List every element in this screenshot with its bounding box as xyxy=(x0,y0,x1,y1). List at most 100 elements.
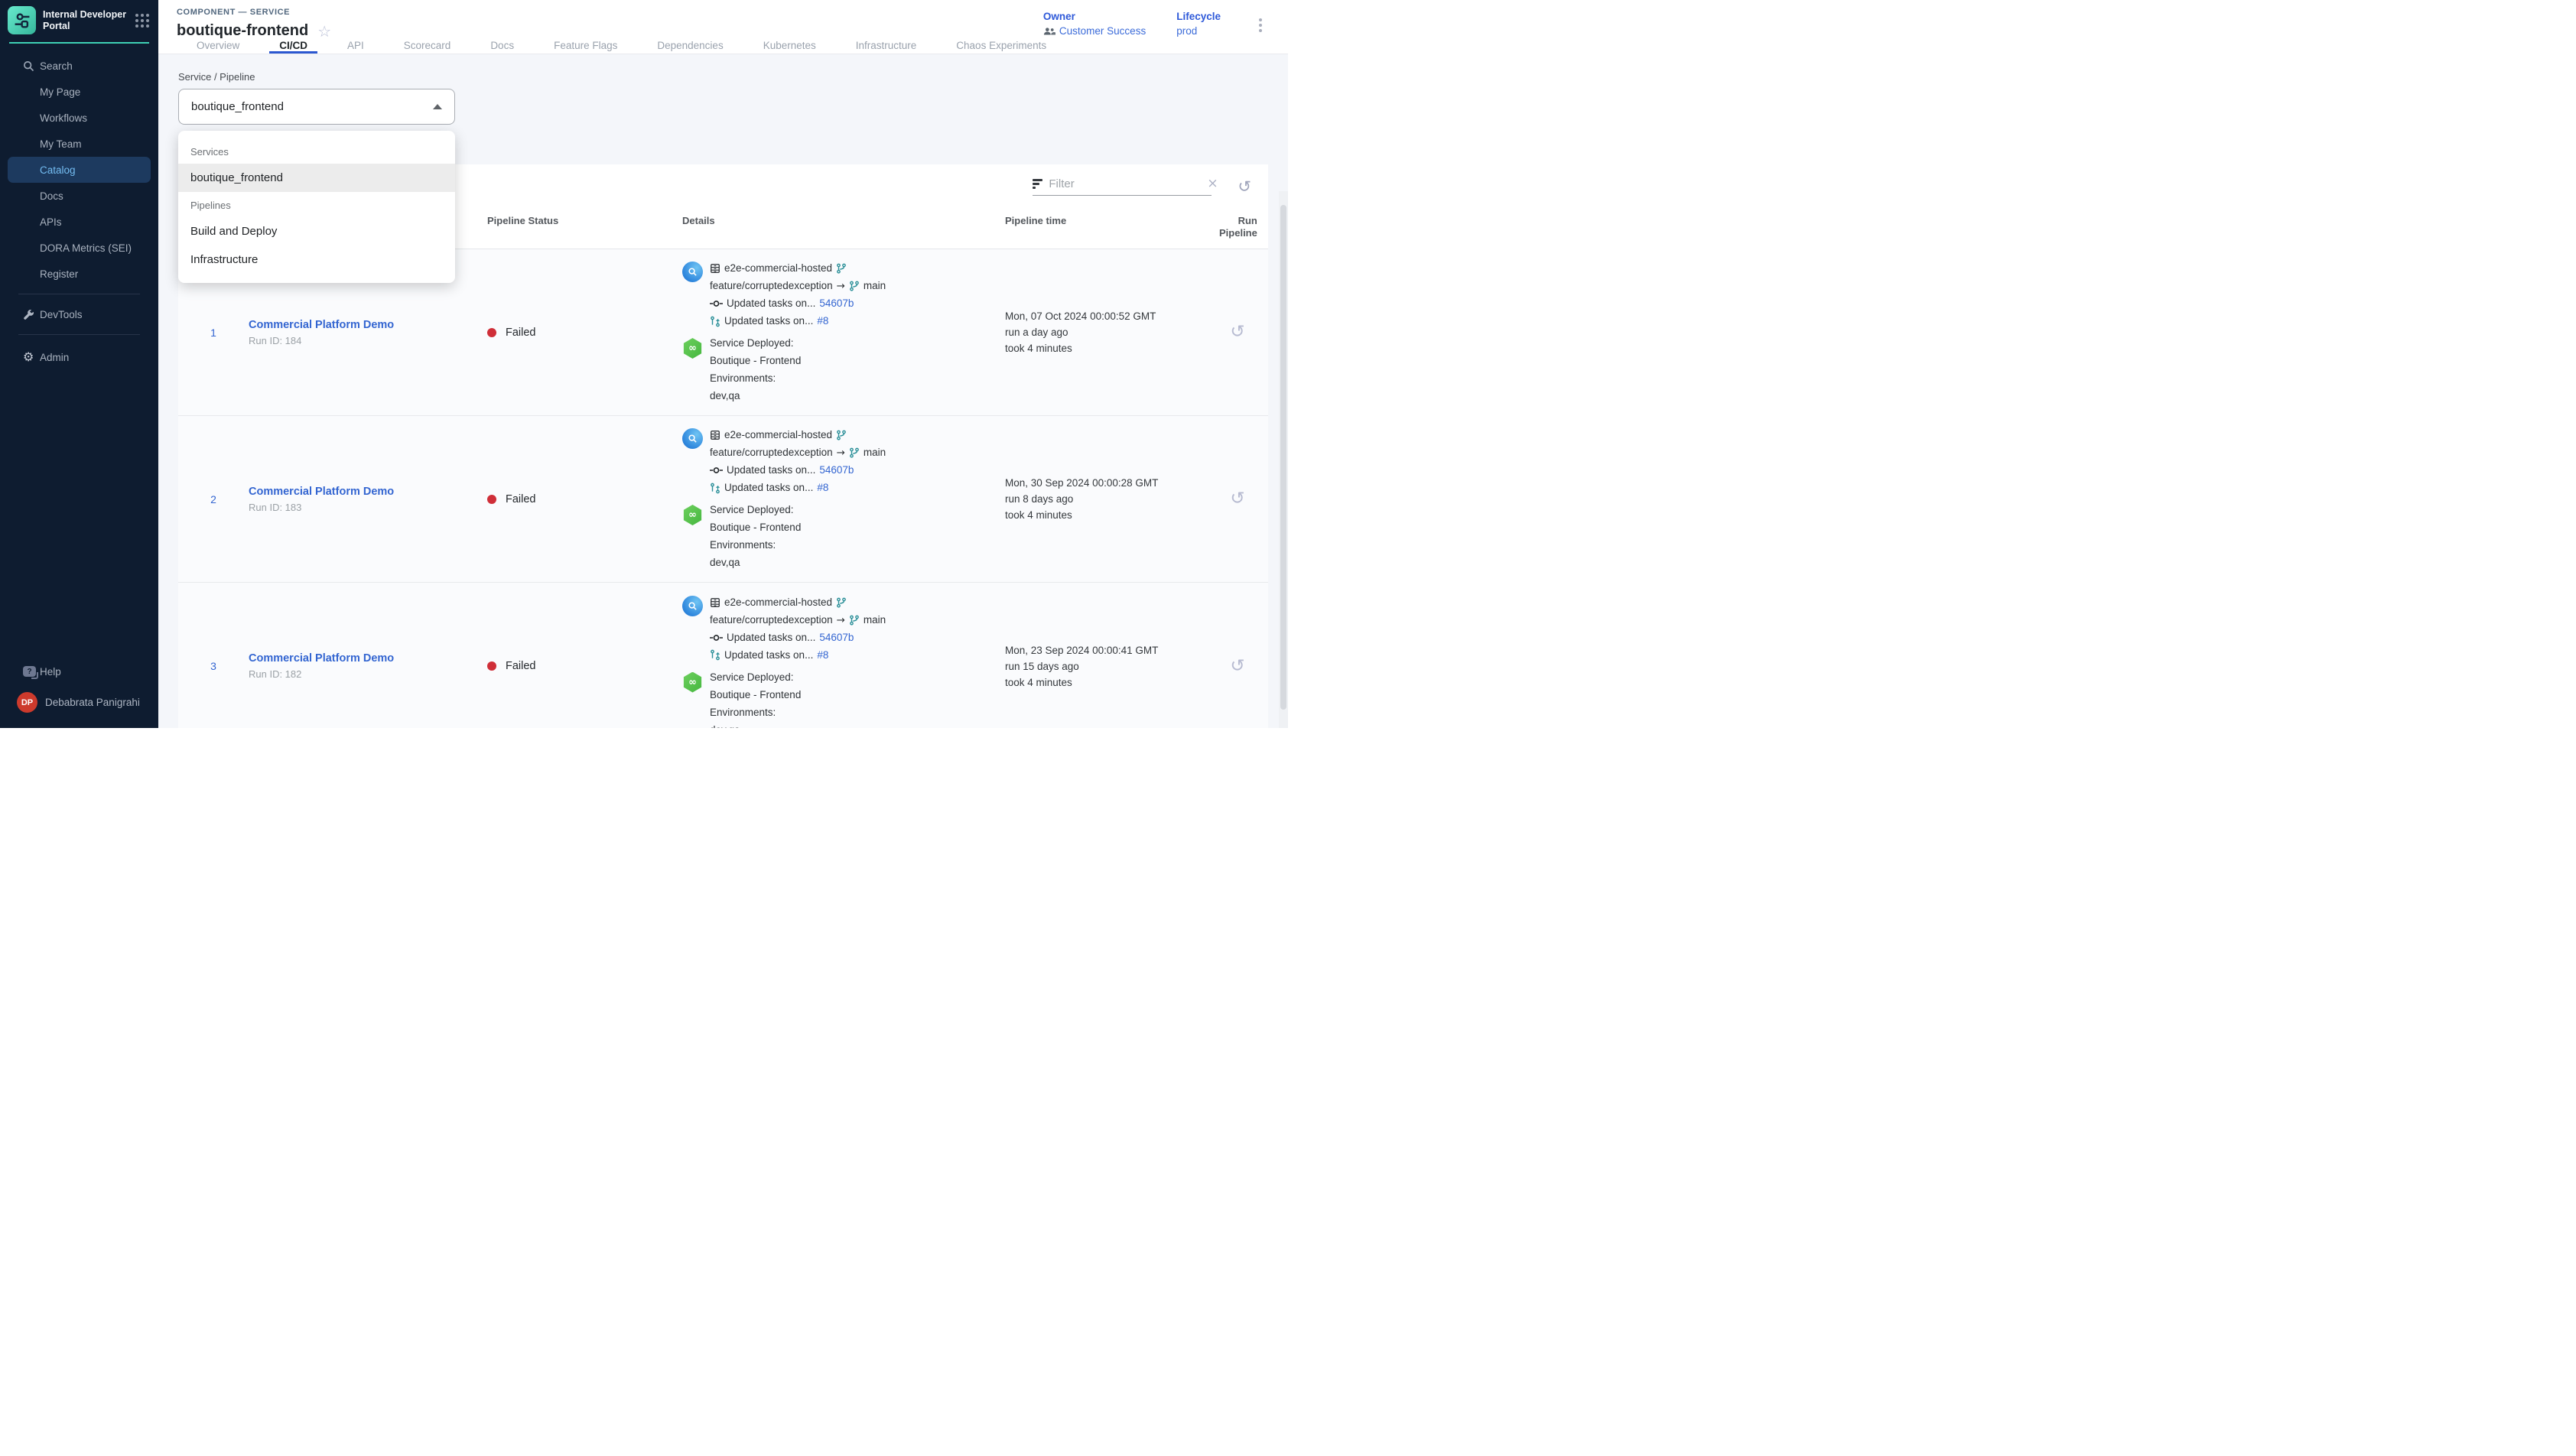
commit-link[interactable]: 54607b xyxy=(819,630,854,645)
deploy-service: Boutique - Frontend xyxy=(710,520,801,535)
tab-api[interactable]: API xyxy=(337,40,374,54)
sidebar-item-workflows[interactable]: Workflows xyxy=(0,105,158,131)
filter-input[interactable] xyxy=(1049,177,1201,190)
tab-dependencies[interactable]: Dependencies xyxy=(647,40,733,54)
branch-from[interactable]: feature/corruptedexception xyxy=(710,445,833,460)
deploy-environments: dev,qa xyxy=(710,555,801,570)
sidebar-item-docs[interactable]: Docs xyxy=(0,183,158,209)
main-area: COMPONENT — SERVICE boutique-frontend ☆ … xyxy=(158,0,1288,728)
repo-name[interactable]: e2e-commercial-hosted xyxy=(724,427,832,443)
pipeline-run-link[interactable]: Commercial Platform Demo xyxy=(249,486,487,498)
scrollbar[interactable] xyxy=(1279,191,1288,728)
commit-link[interactable]: 54607b xyxy=(819,296,854,311)
dropdown-option-infrastructure[interactable]: Infrastructure xyxy=(178,245,455,274)
sidebar-item-label: Workflows xyxy=(40,112,87,124)
sidebar-item-dora-metrics[interactable]: DORA Metrics (SEI) xyxy=(0,235,158,261)
col-header-run: Run Pipeline xyxy=(1219,209,1257,249)
repository-icon xyxy=(710,597,720,608)
branch-to[interactable]: main xyxy=(864,445,886,460)
user-menu[interactable]: DP Debabrata Panigrahi xyxy=(0,684,158,717)
cd-stage-icon: ∞ xyxy=(682,672,703,693)
branch-to[interactable]: main xyxy=(864,278,886,294)
deploy-environments: dev,qa xyxy=(710,723,801,729)
time-absolute: Mon, 07 Oct 2024 00:00:52 GMT xyxy=(1005,308,1219,324)
sidebar-item-help[interactable]: ? Help xyxy=(0,658,158,684)
refresh-icon[interactable]: ↺ xyxy=(1238,179,1251,195)
tab-infrastructure[interactable]: Infrastructure xyxy=(846,40,927,54)
sidebar: Internal Developer Portal Search My Page… xyxy=(0,0,158,728)
cd-stage-icon: ∞ xyxy=(682,338,703,359)
owner-link[interactable]: Customer Success xyxy=(1043,25,1146,37)
tab-overview[interactable]: Overview xyxy=(187,40,249,54)
scrollbar-thumb[interactable] xyxy=(1280,205,1286,710)
ci-stage-icon xyxy=(682,262,703,282)
status-cell: Failed xyxy=(487,327,682,339)
branch-from[interactable]: feature/corruptedexception xyxy=(710,278,833,294)
repo-name[interactable]: e2e-commercial-hosted xyxy=(724,595,832,610)
tab-kubernetes[interactable]: Kubernetes xyxy=(753,40,826,54)
table-row: 3 Commercial Platform Demo Run ID: 182 F… xyxy=(178,583,1268,728)
app-logo[interactable] xyxy=(8,6,36,34)
clear-filter-icon[interactable]: × xyxy=(1207,177,1218,190)
tab-feature-flags[interactable]: Feature Flags xyxy=(544,40,627,54)
sidebar-item-devtools[interactable]: DevTools xyxy=(0,301,158,327)
status-cell: Failed xyxy=(487,493,682,505)
app-title: Internal Developer Portal xyxy=(43,9,128,32)
git-branch-icon xyxy=(849,447,860,458)
branch-to[interactable]: main xyxy=(864,613,886,628)
app-switcher-icon[interactable] xyxy=(135,14,149,28)
more-options-icon[interactable] xyxy=(1251,14,1270,37)
arrow-icon: → xyxy=(837,445,845,460)
tab-docs[interactable]: Docs xyxy=(480,40,524,54)
status-text: Failed xyxy=(506,327,536,339)
service-pipeline-select[interactable]: boutique_frontend xyxy=(178,89,455,125)
tab-chaos-experiments[interactable]: Chaos Experiments xyxy=(946,40,1056,54)
sidebar-item-my-team[interactable]: My Team xyxy=(0,131,158,157)
rerun-pipeline-icon[interactable]: ↺ xyxy=(1230,322,1244,342)
favorite-star-icon[interactable]: ☆ xyxy=(317,24,331,39)
commit-icon xyxy=(710,300,723,307)
sidebar-item-register[interactable]: Register xyxy=(0,261,158,287)
user-name: Debabrata Panigrahi xyxy=(45,697,140,708)
sidebar-item-label: APIs xyxy=(40,216,62,228)
pipeline-time-cell: Mon, 30 Sep 2024 00:00:28 GMT run 8 days… xyxy=(1005,475,1219,523)
service-pipeline-dropdown: Services boutique_frontend Pipelines Bui… xyxy=(178,131,455,283)
repo-name[interactable]: e2e-commercial-hosted xyxy=(724,261,832,276)
page-header: COMPONENT — SERVICE boutique-frontend ☆ … xyxy=(158,0,1288,40)
pull-request-icon xyxy=(710,649,720,661)
sidebar-item-admin[interactable]: ⚙ Admin xyxy=(0,342,158,372)
repository-icon xyxy=(710,430,720,440)
sidebar-item-my-page[interactable]: My Page xyxy=(0,79,158,105)
tab-cicd[interactable]: CI/CD xyxy=(269,40,317,54)
sidebar-item-search[interactable]: Search xyxy=(0,53,158,79)
deploy-line: Environments: xyxy=(710,538,801,553)
sidebar-item-label: My Page xyxy=(40,86,80,98)
pr-link[interactable]: #8 xyxy=(817,314,828,329)
sidebar-bottom: ? Help DP Debabrata Panigrahi xyxy=(0,658,158,728)
rerun-pipeline-icon[interactable]: ↺ xyxy=(1230,656,1244,676)
repository-icon xyxy=(710,263,720,274)
dropdown-group-pipelines: Pipelines xyxy=(178,192,455,217)
pr-message: Updated tasks on... xyxy=(724,480,813,496)
branch-from[interactable]: feature/corruptedexception xyxy=(710,613,833,628)
row-index: 3 xyxy=(178,660,249,672)
pipeline-run-link[interactable]: Commercial Platform Demo xyxy=(249,652,487,665)
sidebar-header: Internal Developer Portal xyxy=(0,0,158,39)
dropdown-option-build-and-deploy[interactable]: Build and Deploy xyxy=(178,217,455,245)
dropdown-option-boutique-frontend[interactable]: boutique_frontend xyxy=(178,164,455,192)
pr-link[interactable]: #8 xyxy=(817,480,828,496)
owner-block: Owner Customer Success xyxy=(1043,11,1146,37)
commit-link[interactable]: 54607b xyxy=(819,463,854,478)
run-id: Run ID: 184 xyxy=(249,335,487,346)
rerun-pipeline-icon[interactable]: ↺ xyxy=(1230,489,1244,509)
deploy-line: Service Deployed: xyxy=(710,336,801,351)
sidebar-item-catalog[interactable]: Catalog xyxy=(8,157,151,183)
sidebar-item-label: Docs xyxy=(40,190,63,202)
tab-scorecard[interactable]: Scorecard xyxy=(394,40,461,54)
git-branch-icon xyxy=(836,597,847,608)
gear-icon: ⚙ xyxy=(23,351,40,363)
commit-message: Updated tasks on... xyxy=(727,630,815,645)
pr-link[interactable]: #8 xyxy=(817,648,828,663)
sidebar-item-apis[interactable]: APIs xyxy=(0,209,158,235)
pipeline-run-link[interactable]: Commercial Platform Demo xyxy=(249,319,487,331)
